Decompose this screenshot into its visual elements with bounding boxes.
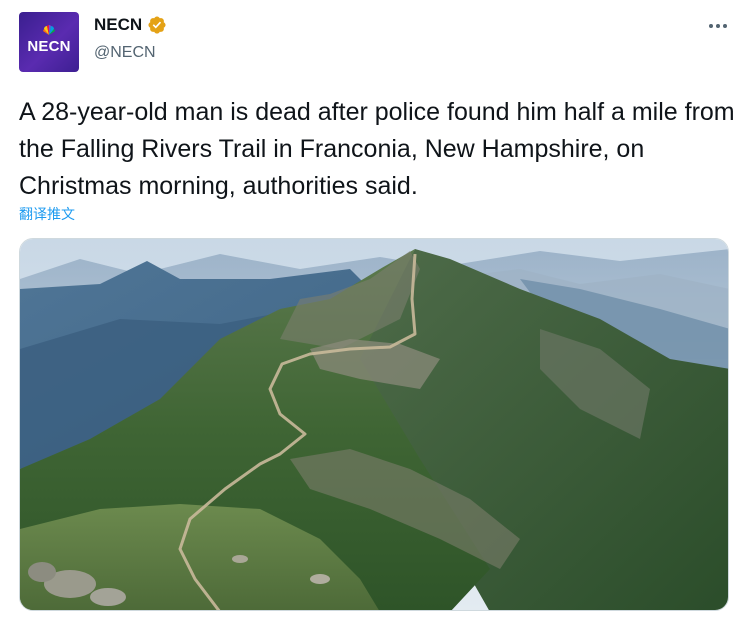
translate-link[interactable]: 翻译推文 — [19, 204, 75, 224]
more-button[interactable] — [706, 14, 730, 38]
author-name-row: NECN — [94, 15, 167, 35]
peacock-logo-icon — [43, 25, 55, 35]
more-dot — [723, 24, 727, 28]
verified-badge-icon — [148, 16, 166, 34]
tweet-photo[interactable] — [19, 238, 729, 611]
avatar[interactable]: NECN — [19, 12, 79, 72]
mountain-ridge-photo — [20, 239, 728, 610]
tweet-text: A 28-year-old man is dead after police f… — [19, 98, 735, 200]
more-dot — [709, 24, 713, 28]
more-dot — [716, 24, 720, 28]
avatar-logo-text: NECN — [27, 38, 71, 55]
handle[interactable]: @NECN — [94, 44, 156, 62]
display-name[interactable]: NECN — [94, 15, 142, 35]
